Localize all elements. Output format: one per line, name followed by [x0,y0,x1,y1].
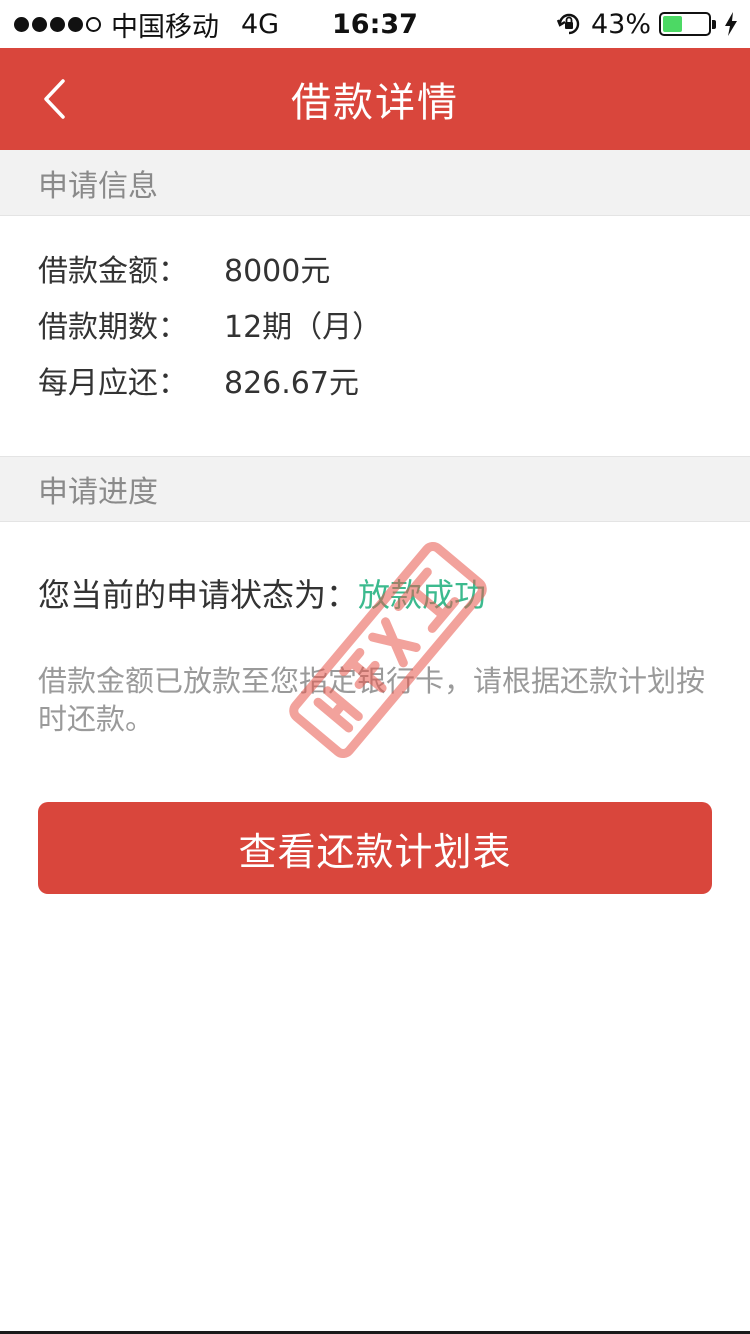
info-value: 12期（月） [224,310,383,345]
info-label: 借款金额： [38,254,188,289]
info-row-monthly-payment: 每月应还： 826.67元 [38,358,359,402]
page-title: 借款详情 [291,80,459,126]
battery-percent: 43% [590,8,651,40]
disbursement-notice: 借款金额已放款至您指定银行卡，请根据还款计划按时还款。 [38,664,706,736]
status-bar-right: 43% [555,0,738,48]
battery-icon [659,12,716,36]
carrier-name: 中国移动 [111,11,219,43]
info-row-loan-amount: 借款金额： 8000元 [38,246,330,290]
view-repayment-schedule-button[interactable]: 查看还款计划表 [38,802,712,894]
network-type: 4G [241,8,280,40]
rotation-lock-icon [556,13,580,35]
status-label: 您当前的申请状态为： [38,576,359,614]
section-header-application-info: 申请信息 [0,150,750,216]
back-button[interactable] [30,70,78,128]
watermark-stamp-icon [289,542,487,758]
info-row-loan-term: 借款期数： 12期（月） [38,302,382,346]
status-bar-left: 中国移动 4G [14,0,279,48]
section-header-application-progress: 申请进度 [0,456,750,522]
info-value: 826.67元 [224,366,359,401]
chevron-left-icon [44,79,65,119]
info-value: 8000元 [224,254,331,289]
signal-dots-icon [14,16,101,32]
navigation-bar: 借款详情 [0,48,750,150]
status-badge: 放款成功 [358,576,487,614]
loan-detail-screen: 中国移动 4G 16:37 43% 借款详情 申请信息 借款金额： 8000元 … [0,0,750,1334]
application-status-line: 您当前的申请状态为： 放款成功 [38,570,486,616]
charging-bolt-icon [725,12,737,36]
info-label: 借款期数： [38,310,188,345]
info-label: 每月应还： [38,366,188,401]
status-bar: 中国移动 4G 16:37 43% [0,0,750,48]
